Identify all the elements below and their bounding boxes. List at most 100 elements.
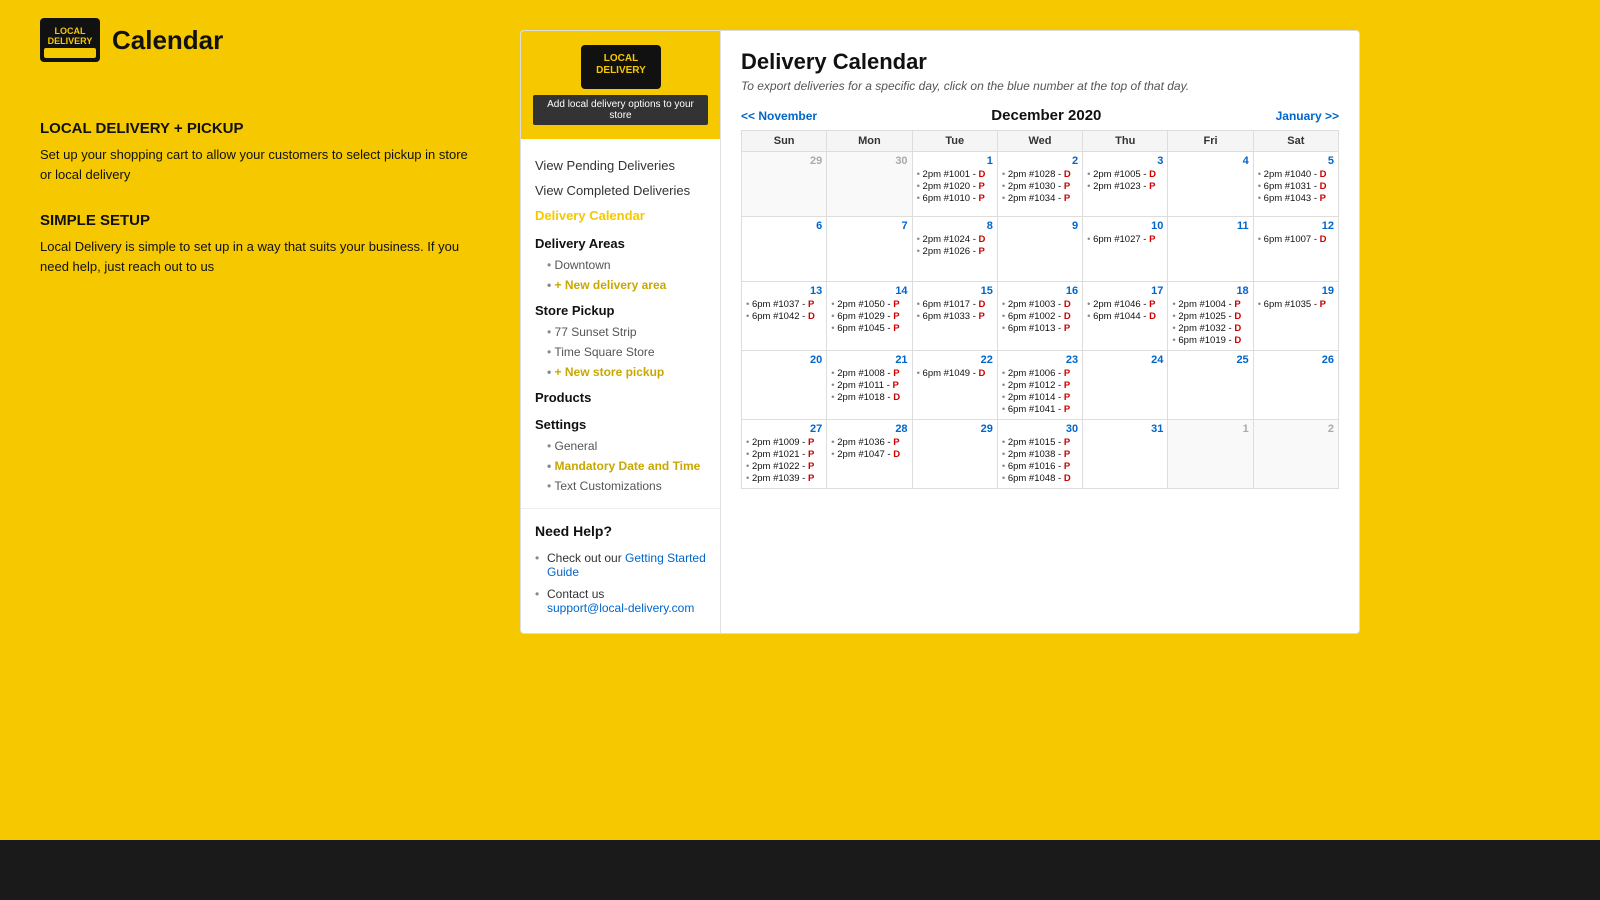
delivery-item: • 2pm #1006 - P [1002,368,1078,379]
delivery-item: • 6pm #1016 - P [1002,461,1078,472]
day-number[interactable]: 3 [1087,155,1163,167]
nav-new-delivery-area[interactable]: + New delivery area [535,275,706,295]
calendar-title: Delivery Calendar [741,49,1339,75]
add-delivery-button[interactable]: Add local delivery options to your store [533,95,708,125]
day-number[interactable]: 10 [1087,220,1163,232]
main-card: LOCAL DELIVERY Add local delivery option… [520,30,1360,634]
logo-area: LOCAL DELIVERY Calendar [40,18,223,62]
day-number[interactable]: 31 [1087,423,1163,435]
calendar-day-cell: 11 [1168,217,1253,282]
day-number[interactable]: 27 [746,423,822,435]
calendar-day-cell: 2 [1253,420,1338,489]
day-number[interactable]: 19 [1258,285,1334,297]
nav-mandatory-date[interactable]: Mandatory Date and Time [535,456,706,476]
delivery-item: • 2pm #1014 - P [1002,392,1078,403]
day-number[interactable]: 21 [831,354,907,366]
nav-new-store-pickup[interactable]: + New store pickup [535,362,706,382]
delivery-item: • 6pm #1037 - P [746,299,822,310]
day-number[interactable]: 1 [917,155,993,167]
calendar-day-header-mon: Mon [827,131,912,152]
prev-month-button[interactable]: << November [741,109,817,123]
day-number[interactable]: 2 [1002,155,1078,167]
section2-text: Local Delivery is simple to set up in a … [40,237,480,276]
day-number[interactable]: 12 [1258,220,1334,232]
day-number[interactable]: 16 [1002,285,1078,297]
calendar-week-row: 678• 2pm #1024 - D• 2pm #1026 - P910• 6p… [742,217,1339,282]
day-number: 29 [746,155,822,167]
day-number[interactable]: 20 [746,354,822,366]
svg-text:LOCAL: LOCAL [55,26,86,36]
delivery-item: • 2pm #1004 - P [1172,299,1248,310]
nav-view-pending[interactable]: View Pending Deliveries [535,153,706,178]
calendar-day-header-fri: Fri [1168,131,1253,152]
delivery-item: • 6pm #1029 - P [831,311,907,322]
delivery-item: • 2pm #1034 - P [1002,193,1078,204]
day-number[interactable]: 8 [917,220,993,232]
nav-settings-title: Settings [535,409,706,436]
delivery-item: • 2pm #1050 - P [831,299,907,310]
calendar-day-cell: 31 [1083,420,1168,489]
day-number[interactable]: 6 [746,220,822,232]
delivery-item: • 6pm #1019 - D [1172,335,1248,346]
day-number[interactable]: 4 [1172,155,1248,167]
calendar-day-cell: 1• 2pm #1001 - D• 2pm #1020 - P• 6pm #10… [912,152,997,217]
svg-text:DELIVERY: DELIVERY [596,65,646,76]
nav-delivery-calendar[interactable]: Delivery Calendar [535,203,706,228]
day-number[interactable]: 28 [831,423,907,435]
delivery-item: • 2pm #1020 - P [917,181,993,192]
day-number[interactable]: 7 [831,220,907,232]
calendar-day-cell: 16• 2pm #1003 - D• 6pm #1002 - D• 6pm #1… [997,282,1082,351]
nav-view-completed[interactable]: View Completed Deliveries [535,178,706,203]
calendar-day-cell: 17• 2pm #1046 - P• 6pm #1044 - D [1083,282,1168,351]
day-number[interactable]: 25 [1172,354,1248,366]
calendar-day-cell: 27• 2pm #1009 - P• 2pm #1021 - P• 2pm #1… [742,420,827,489]
nav-text-customizations[interactable]: Text Customizations [535,476,706,496]
logo-icon: LOCAL DELIVERY [40,18,100,62]
delivery-item: • 2pm #1025 - D [1172,311,1248,322]
calendar-header-row: SunMonTueWedThuFriSat [742,131,1339,152]
calendar-day-cell: 2• 2pm #1028 - D• 2pm #1030 - P• 2pm #10… [997,152,1082,217]
nav-general[interactable]: General [535,436,706,456]
calendar-day-header-tue: Tue [912,131,997,152]
nav-downtown[interactable]: Downtown [535,255,706,275]
delivery-item: • 6pm #1033 - P [917,311,993,322]
calendar-day-cell: 9 [997,217,1082,282]
delivery-item: • 2pm #1024 - D [917,234,993,245]
day-number[interactable]: 29 [917,423,993,435]
calendar-day-cell: 29 [742,152,827,217]
day-number[interactable]: 17 [1087,285,1163,297]
delivery-item: • 2pm #1032 - D [1172,323,1248,334]
nav-sunset-strip[interactable]: 77 Sunset Strip [535,322,706,342]
day-number[interactable]: 14 [831,285,907,297]
day-number[interactable]: 22 [917,354,993,366]
day-number[interactable]: 5 [1258,155,1334,167]
calendar-day-cell: 12 • 6pm #1007 - D [1253,217,1338,282]
left-content: LOCAL DELIVERY + PICKUP Set up your shop… [40,120,480,304]
day-number[interactable]: 30 [1002,423,1078,435]
delivery-item: • 6pm #1048 - D [1002,473,1078,484]
day-number[interactable]: 15 [917,285,993,297]
getting-started-link[interactable]: Getting Started Guide [547,551,706,579]
calendar-day-cell: 10 • 6pm #1027 - P [1083,217,1168,282]
day-number[interactable]: 9 [1002,220,1078,232]
day-number[interactable]: 18 [1172,285,1248,297]
nav-time-square[interactable]: Time Square Store [535,342,706,362]
calendar-day-cell: 25 [1168,351,1253,420]
calendar-day-cell: 3• 2pm #1005 - D• 2pm #1023 - P [1083,152,1168,217]
next-month-button[interactable]: January >> [1276,109,1339,123]
calendar-day-header-sun: Sun [742,131,827,152]
delivery-item: • 2pm #1012 - P [1002,380,1078,391]
day-number[interactable]: 11 [1172,220,1248,232]
delivery-item: • 2pm #1036 - P [831,437,907,448]
day-number[interactable]: 13 [746,285,822,297]
day-number[interactable]: 23 [1002,354,1078,366]
delivery-item: • 2pm #1039 - P [746,473,822,484]
delivery-item: • 6pm #1007 - D [1258,234,1334,245]
day-number[interactable]: 26 [1258,354,1334,366]
support-email-link[interactable]: support@local-delivery.com [547,601,694,615]
day-number[interactable]: 24 [1087,354,1163,366]
delivery-item: • 6pm #1027 - P [1087,234,1163,245]
need-help-title: Need Help? [535,523,706,539]
delivery-item: • 6pm #1010 - P [917,193,993,204]
calendar-week-row: 29301• 2pm #1001 - D• 2pm #1020 - P• 6pm… [742,152,1339,217]
